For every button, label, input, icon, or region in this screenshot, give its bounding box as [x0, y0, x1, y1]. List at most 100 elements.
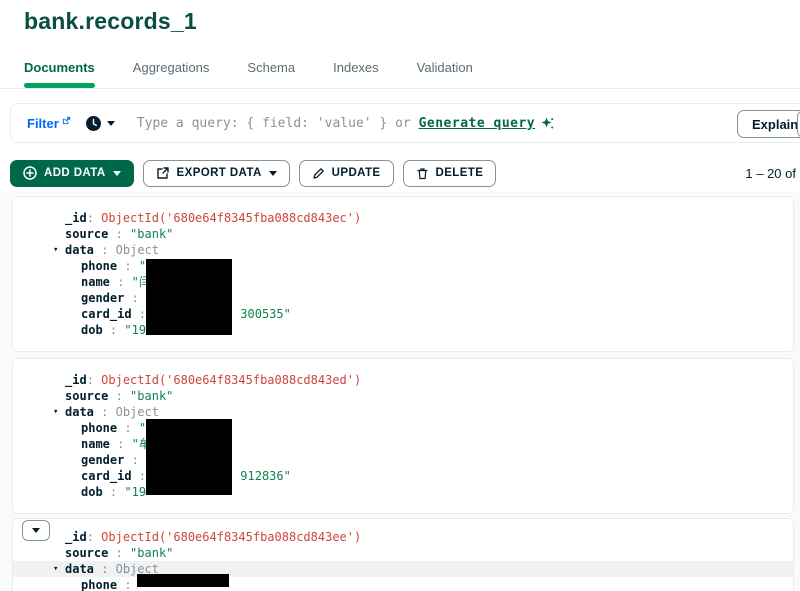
document-field-row[interactable]: phone : ": [13, 420, 793, 436]
redaction-box: [137, 574, 229, 587]
field-value: ": [138, 259, 147, 273]
field-value-tail: 300535": [240, 307, 291, 321]
chevron-down-icon: [32, 528, 40, 533]
trash-icon: [416, 167, 429, 180]
field-value: "bank": [130, 389, 174, 403]
field-separator: :: [86, 211, 102, 225]
document-field-row[interactable]: ▾ data : Object: [13, 242, 793, 258]
field-key: _id: [65, 530, 87, 544]
pencil-icon: [312, 167, 325, 180]
document-field-row[interactable]: source : "bank": [13, 545, 793, 561]
field-separator: :: [108, 227, 131, 241]
expand-caret-icon[interactable]: ▾: [53, 561, 65, 577]
tab-indexes[interactable]: Indexes: [333, 60, 379, 88]
document-field-row[interactable]: _id: ObjectId('680e64f8345fba088cd843ec'…: [13, 210, 793, 226]
field-key: dob: [81, 323, 103, 337]
field-value: Object: [115, 405, 159, 419]
field-key: dob: [81, 485, 103, 499]
redaction-box: [146, 419, 232, 495]
tab-documents[interactable]: Documents: [24, 60, 95, 88]
update-label: UPDATE: [331, 167, 381, 179]
delete-label: DELETE: [435, 167, 484, 179]
tab-bar: Documents Aggregations Schema Indexes Va…: [0, 54, 800, 89]
document-field-row[interactable]: ▾ data : Object: [13, 561, 793, 577]
field-separator: :: [86, 373, 102, 387]
document-field-row[interactable]: source : "bank": [13, 226, 793, 242]
field-key: source: [65, 546, 109, 560]
document-field-row[interactable]: source : "bank": [13, 388, 793, 404]
field-separator: :: [108, 546, 131, 560]
document-field-row[interactable]: ▾ data : Object: [13, 404, 793, 420]
field-value: ObjectId('680e64f8345fba088cd843ed'): [101, 373, 362, 387]
document-field-row[interactable]: _id: ObjectId('680e64f8345fba088cd843ed'…: [13, 372, 793, 388]
chevron-down-icon: [268, 170, 277, 176]
field-key: gender: [81, 453, 125, 467]
field-value-tail: 912836": [240, 469, 291, 483]
field-value: Object: [115, 243, 159, 257]
chevron-down-icon: [106, 120, 115, 126]
field-key: gender: [81, 291, 125, 305]
field-value: ObjectId('680e64f8345fba088cd843ee'): [101, 530, 362, 544]
tab-validation[interactable]: Validation: [417, 60, 473, 88]
query-history-button[interactable]: [85, 115, 115, 132]
field-value: "bank": [130, 546, 174, 560]
field-value: "19: [124, 323, 147, 337]
field-key: name: [81, 275, 110, 289]
page-title: bank.records_1: [24, 8, 197, 34]
document-field-row[interactable]: phone : ": [13, 258, 793, 274]
field-separator: :: [124, 291, 147, 305]
clock-icon: [85, 115, 102, 132]
document-field-row[interactable]: card_id : 300535": [13, 306, 793, 322]
document-field-row[interactable]: card_id : 912836": [13, 468, 793, 484]
document-field-row[interactable]: dob : "19: [13, 484, 793, 500]
field-key: source: [65, 389, 109, 403]
redaction-box: [146, 259, 232, 335]
pagination-status: 1 – 20 of: [745, 165, 796, 181]
tab-aggregations[interactable]: Aggregations: [133, 60, 210, 88]
filter-link[interactable]: Filter: [27, 116, 71, 131]
field-key: source: [65, 227, 109, 241]
crud-toolbar: ADD DATA EXPORT DATA UPDATE DELETE 1 – 2…: [10, 159, 796, 187]
field-separator: :: [102, 323, 125, 337]
document-list: _id: ObjectId('680e64f8345fba088cd843ec'…: [0, 192, 800, 591]
plus-circle-icon: [23, 166, 37, 180]
document-field-row[interactable]: gender :: [13, 452, 793, 468]
add-data-button[interactable]: ADD DATA: [10, 159, 134, 187]
field-value: "bank": [130, 227, 174, 241]
field-key: card_id: [81, 469, 132, 483]
chevron-down-icon: [112, 170, 121, 176]
document-field-row[interactable]: gender :: [13, 290, 793, 306]
field-separator: :: [117, 421, 139, 435]
document-field-row[interactable]: name : "闫: [13, 274, 793, 290]
expand-caret-icon[interactable]: ▾: [53, 404, 65, 420]
generate-query-link[interactable]: Generate query: [419, 116, 536, 131]
export-data-button[interactable]: EXPORT DATA: [142, 159, 290, 187]
expand-caret-icon[interactable]: ▾: [53, 242, 65, 258]
field-key: data: [65, 405, 94, 419]
explain-button[interactable]: Explain: [737, 110, 800, 138]
field-separator: :: [86, 530, 102, 544]
document-field-row[interactable]: _id: ObjectId('680e64f8345fba088cd843ee'…: [13, 529, 793, 545]
field-separator: :: [93, 562, 116, 576]
document-field-row[interactable]: phone :: [13, 577, 793, 591]
delete-button[interactable]: DELETE: [402, 159, 497, 187]
field-key: card_id: [81, 307, 132, 321]
field-key: name: [81, 437, 110, 451]
field-key: _id: [65, 211, 87, 225]
field-separator: :: [102, 485, 125, 499]
query-placeholder: Type a query: { field: 'value' } or: [136, 115, 419, 131]
update-button[interactable]: UPDATE: [298, 159, 394, 187]
query-input[interactable]: Type a query: { field: 'value' } or Gene…: [137, 116, 555, 131]
document-field-row[interactable]: dob : "19: [13, 322, 793, 338]
external-link-icon: [62, 116, 71, 125]
document-field-row[interactable]: name : "牟: [13, 436, 793, 452]
expand-document-button[interactable]: [22, 520, 50, 541]
field-key: _id: [65, 373, 87, 387]
export-icon: [156, 166, 170, 180]
field-value: ObjectId('680e64f8345fba088cd843ec'): [101, 211, 362, 225]
field-key: phone: [81, 421, 118, 435]
document-card: _id: ObjectId('680e64f8345fba088cd843ee'…: [12, 518, 794, 591]
field-separator: :: [109, 437, 132, 451]
document-card: _id: ObjectId('680e64f8345fba088cd843ec'…: [12, 196, 794, 352]
tab-schema[interactable]: Schema: [247, 60, 295, 88]
